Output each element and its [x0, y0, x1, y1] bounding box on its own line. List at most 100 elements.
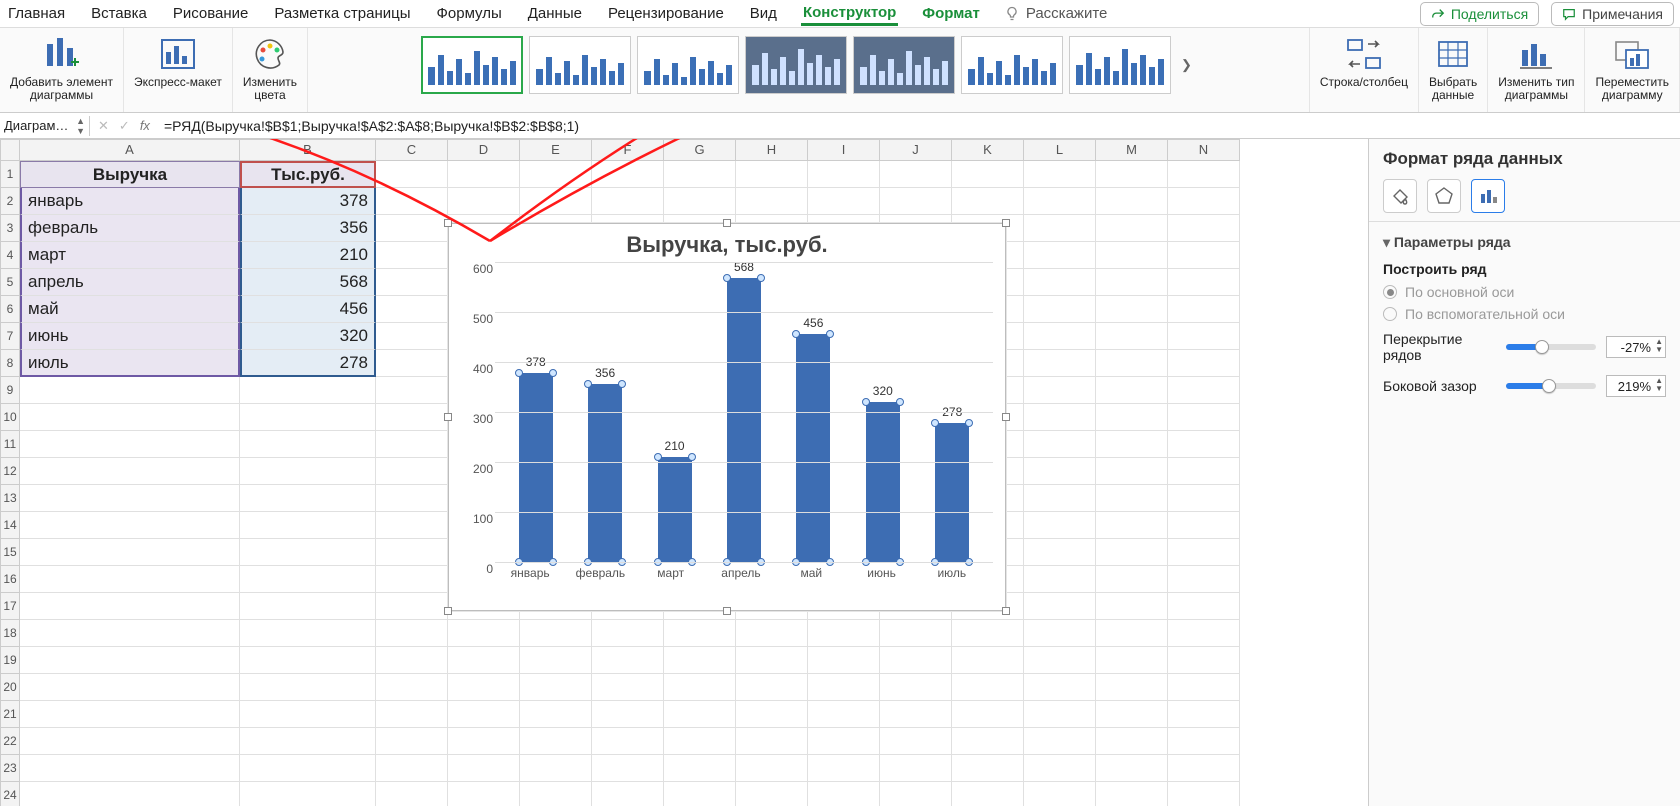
- cell[interactable]: [240, 566, 376, 593]
- move-chart-button[interactable]: Переместить диаграмму: [1591, 32, 1673, 104]
- row-header[interactable]: 23: [0, 755, 20, 782]
- cell[interactable]: [1024, 458, 1096, 485]
- cell[interactable]: [952, 728, 1024, 755]
- cell[interactable]: [1168, 323, 1240, 350]
- cell[interactable]: [376, 377, 448, 404]
- menu-формулы[interactable]: Формулы: [434, 3, 503, 24]
- cell[interactable]: [240, 620, 376, 647]
- cell[interactable]: [376, 323, 448, 350]
- cell[interactable]: [1096, 620, 1168, 647]
- chart-resize-handle[interactable]: [444, 607, 452, 615]
- row-header[interactable]: 15: [0, 539, 20, 566]
- cell[interactable]: [376, 215, 448, 242]
- cell[interactable]: [1168, 485, 1240, 512]
- row-header[interactable]: 24: [0, 782, 20, 806]
- row-header[interactable]: 4: [0, 242, 20, 269]
- cell[interactable]: май: [20, 296, 240, 323]
- cell[interactable]: [376, 350, 448, 377]
- cell[interactable]: [808, 755, 880, 782]
- cell[interactable]: [448, 728, 520, 755]
- cell[interactable]: [1096, 242, 1168, 269]
- cell[interactable]: [20, 377, 240, 404]
- cell[interactable]: [736, 647, 808, 674]
- cell[interactable]: [376, 755, 448, 782]
- row-header[interactable]: 16: [0, 566, 20, 593]
- chart-bar[interactable]: 568: [727, 278, 761, 562]
- cell[interactable]: [520, 728, 592, 755]
- chart-styles-gallery[interactable]: ❯: [417, 32, 1199, 98]
- cell[interactable]: [1096, 458, 1168, 485]
- column-header-F[interactable]: F: [592, 139, 664, 161]
- cell[interactable]: [376, 539, 448, 566]
- cell[interactable]: [1096, 350, 1168, 377]
- column-header-H[interactable]: H: [736, 139, 808, 161]
- cell[interactable]: [880, 782, 952, 806]
- cell[interactable]: [736, 782, 808, 806]
- cell[interactable]: [1096, 215, 1168, 242]
- cell[interactable]: 210: [240, 242, 376, 269]
- cell[interactable]: [240, 755, 376, 782]
- cancel-formula-icon[interactable]: ✕: [98, 118, 109, 134]
- row-header[interactable]: 5: [0, 269, 20, 296]
- cell[interactable]: [1024, 377, 1096, 404]
- cell[interactable]: [592, 782, 664, 806]
- row-header[interactable]: 1: [0, 161, 20, 188]
- cell[interactable]: [1024, 269, 1096, 296]
- cell[interactable]: [808, 701, 880, 728]
- cell[interactable]: [1024, 566, 1096, 593]
- series-options-header[interactable]: Параметры ряда: [1383, 230, 1666, 255]
- cell[interactable]: [1168, 782, 1240, 806]
- cell[interactable]: [1168, 161, 1240, 188]
- menu-рисование[interactable]: Рисование: [171, 3, 251, 24]
- row-header[interactable]: 19: [0, 647, 20, 674]
- cell[interactable]: [1024, 539, 1096, 566]
- cell[interactable]: [240, 701, 376, 728]
- cell[interactable]: [664, 674, 736, 701]
- chart-resize-handle[interactable]: [723, 219, 731, 227]
- tell-me[interactable]: Расскажите: [1004, 5, 1108, 22]
- cell[interactable]: [1096, 404, 1168, 431]
- chart-resize-handle[interactable]: [1002, 413, 1010, 421]
- cell[interactable]: [664, 701, 736, 728]
- cell[interactable]: [376, 161, 448, 188]
- cell[interactable]: январь: [20, 188, 240, 215]
- row-header[interactable]: 14: [0, 512, 20, 539]
- cell[interactable]: 378: [240, 188, 376, 215]
- chart-resize-handle[interactable]: [1002, 219, 1010, 227]
- cell[interactable]: [1168, 242, 1240, 269]
- cell[interactable]: [1168, 512, 1240, 539]
- cell[interactable]: [20, 647, 240, 674]
- cell[interactable]: [880, 188, 952, 215]
- cell[interactable]: [1168, 458, 1240, 485]
- change-chart-type-button[interactable]: Изменить тип диаграммы: [1494, 32, 1578, 104]
- cell[interactable]: [952, 782, 1024, 806]
- cell[interactable]: [448, 647, 520, 674]
- cell[interactable]: [736, 674, 808, 701]
- chart-resize-handle[interactable]: [723, 607, 731, 615]
- cell[interactable]: [1168, 539, 1240, 566]
- cell[interactable]: [952, 188, 1024, 215]
- cell[interactable]: [1168, 404, 1240, 431]
- column-header-N[interactable]: N: [1168, 139, 1240, 161]
- cell[interactable]: [808, 674, 880, 701]
- cell[interactable]: [1168, 377, 1240, 404]
- cell[interactable]: [376, 485, 448, 512]
- cell[interactable]: [1096, 188, 1168, 215]
- menu-формат[interactable]: Формат: [920, 3, 982, 24]
- cell[interactable]: [592, 647, 664, 674]
- cell[interactable]: [520, 755, 592, 782]
- cell[interactable]: [1096, 539, 1168, 566]
- cell[interactable]: [448, 620, 520, 647]
- menu-вставка[interactable]: Вставка: [89, 3, 149, 24]
- column-header-L[interactable]: L: [1024, 139, 1096, 161]
- cell[interactable]: [240, 539, 376, 566]
- cell[interactable]: 278: [240, 350, 376, 377]
- column-header-I[interactable]: I: [808, 139, 880, 161]
- cell[interactable]: [1096, 485, 1168, 512]
- cell[interactable]: [664, 647, 736, 674]
- chart-bar[interactable]: 210: [658, 457, 692, 562]
- cell[interactable]: [448, 188, 520, 215]
- cell[interactable]: [1096, 296, 1168, 323]
- cell[interactable]: [376, 728, 448, 755]
- cell[interactable]: [1096, 269, 1168, 296]
